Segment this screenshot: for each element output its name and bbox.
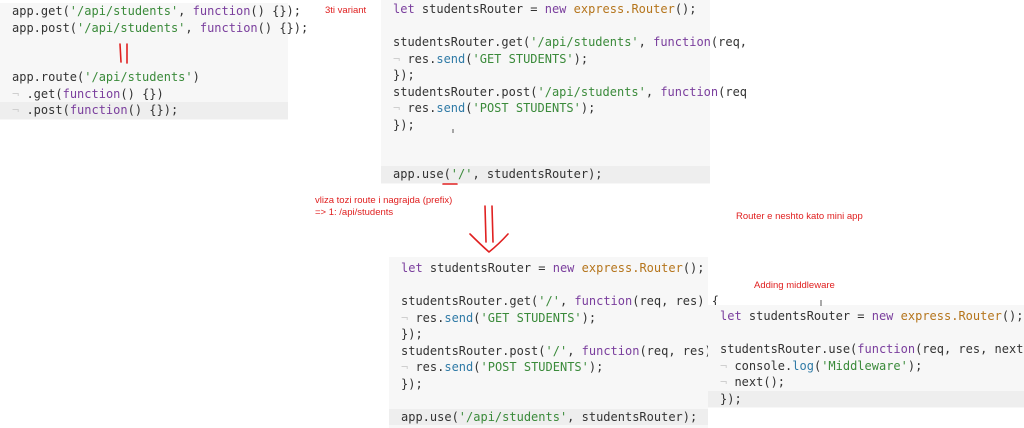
variant-note: 3ti variant bbox=[325, 5, 367, 16]
code-line: app.use('/api/students', studentsRouter)… bbox=[389, 408, 708, 425]
code-line: ¬ res.send('GET STUDENTS'); bbox=[393, 51, 589, 66]
code-line: studentsRouter.get('/', function(req, re… bbox=[401, 294, 719, 308]
code-panel-route-variants: app.get('/api/students', function() {});… bbox=[0, 3, 309, 120]
code-line: }); bbox=[401, 327, 423, 341]
equals-mark bbox=[119, 43, 128, 64]
router-note: Router e neshto kato mini app bbox=[736, 211, 863, 222]
code-lines: let studentsRouter = new express.Router(… bbox=[708, 305, 1024, 407]
code-line: studentsRouter.use(function(req, res, ne… bbox=[720, 342, 1024, 356]
code-panel-router-prefix-api: let studentsRouter = new express.Router(… bbox=[389, 257, 727, 428]
underline-mark bbox=[442, 183, 458, 185]
code-line: }); bbox=[401, 376, 423, 391]
code-line: ¬ res.send('POST STUDENTS'); bbox=[393, 101, 596, 115]
down-arrow-mark bbox=[469, 205, 509, 253]
code-lines: app.get('/api/students', function() {});… bbox=[0, 3, 309, 119]
code-line: studentsRouter.post('/api/students', fun… bbox=[393, 84, 748, 99]
prefix-note-line1: vliza tozi route i nagrajda (prefix) bbox=[315, 195, 453, 206]
code-line: app.post('/api/students', function() {})… bbox=[12, 20, 309, 35]
code-line: ¬ next(); bbox=[720, 375, 786, 389]
code-line: ¬ res.send('POST STUDENTS'); bbox=[401, 360, 604, 374]
cursor-tick bbox=[820, 300, 822, 306]
prefix-note-line2: => 1: /api/students bbox=[315, 207, 394, 218]
code-line: let studentsRouter = new express.Router(… bbox=[393, 2, 697, 16]
code-line: studentsRouter.get('/api/students', func… bbox=[393, 35, 748, 49]
code-line: ¬ .post(function() {}); bbox=[0, 102, 288, 119]
code-line: let studentsRouter = new express.Router(… bbox=[401, 261, 705, 275]
code-panel-middleware: let studentsRouter = new express.Router(… bbox=[708, 305, 1024, 408]
cursor-dot bbox=[452, 129, 454, 133]
code-line: ¬ console.log('Middleware'); bbox=[720, 358, 923, 373]
code-line: }); bbox=[393, 117, 415, 132]
code-lines: let studentsRouter = new express.Router(… bbox=[381, 0, 748, 183]
code-lines: let studentsRouter = new express.Router(… bbox=[389, 257, 727, 425]
code-panel-router-prefix-root: let studentsRouter = new express.Router(… bbox=[381, 0, 748, 184]
code-line: }); bbox=[393, 68, 415, 82]
code-line: }); bbox=[708, 390, 1024, 407]
middleware-note: Adding middleware bbox=[754, 280, 835, 291]
code-line: app.route('/api/students') bbox=[12, 70, 200, 84]
code-line: app.get('/api/students', function() {}); bbox=[12, 4, 301, 18]
code-line: ¬ res.send('GET STUDENTS'); bbox=[401, 310, 597, 325]
code-line: ¬ .get(function() {}) bbox=[12, 86, 164, 101]
code-line: studentsRouter.post('/', function(req, r… bbox=[401, 343, 727, 358]
code-line: let studentsRouter = new express.Router(… bbox=[720, 309, 1024, 323]
code-line: app.use('/', studentsRouter); bbox=[381, 166, 710, 183]
